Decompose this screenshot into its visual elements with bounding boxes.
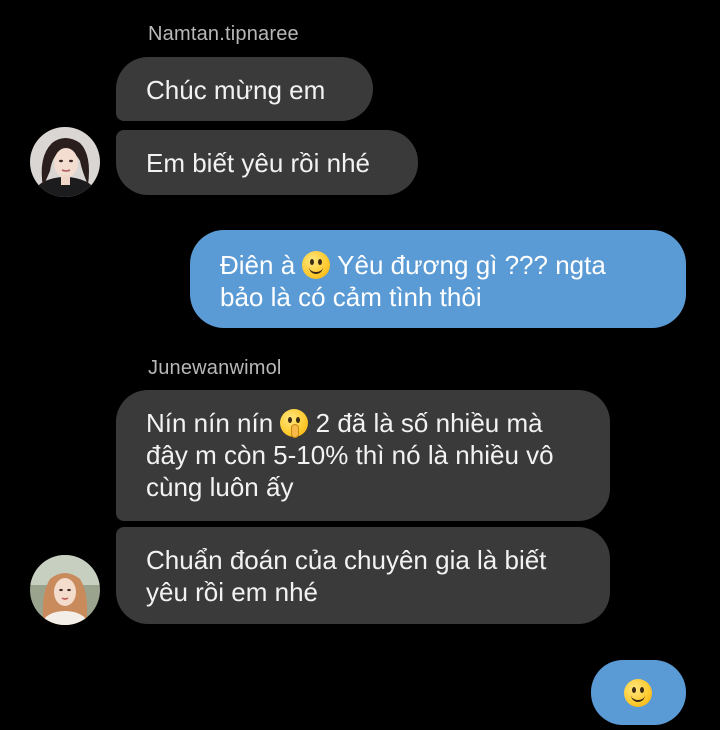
avatar-junewanwimol[interactable] [30,555,100,625]
message-bubble-incoming[interactable]: Em biết yêu rồi nhé [116,130,418,195]
shushing-face-icon [280,409,309,438]
message-bubble-incoming[interactable]: Nín nín nín 2 đã là số nhiều mà đây m cò… [116,390,610,521]
message-text: Chuẩn đoán của chuyên gia là biết yêu rồ… [146,545,547,607]
message-text: Em biết yêu rồi nhé [146,148,371,178]
avatar-namtan[interactable] [30,127,100,197]
message-bubble-incoming[interactable]: Chuẩn đoán của chuyên gia là biết yêu rồ… [116,527,610,624]
message-text-part: Điên à [220,250,303,280]
message-bubble-outgoing[interactable]: Điên à Yêu đương gì ??? ngta bảo là có c… [190,230,686,328]
message-text-part: Nín nín nín [146,408,281,438]
sender-name-junewanwimol: Junewanwimol [148,357,282,379]
message-bubble-incoming[interactable]: Chúc mừng em [116,57,373,121]
slightly-smiling-face-icon [302,251,331,279]
sender-name-namtan: Namtan.tipnaree [148,23,299,45]
message-bubble-outgoing-emoji[interactable] [591,660,686,725]
message-text: Chúc mừng em [146,75,326,105]
slightly-smiling-face-icon [624,679,652,707]
